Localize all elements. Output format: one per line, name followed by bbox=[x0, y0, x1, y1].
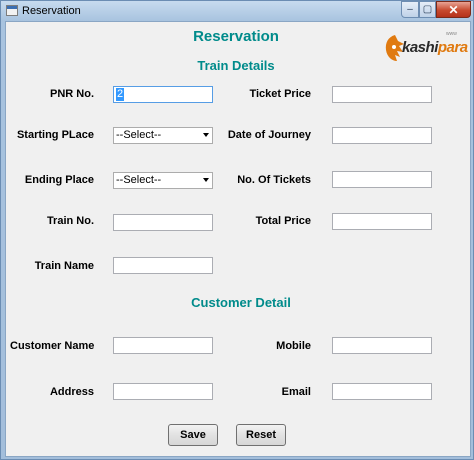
total-price-input[interactable] bbox=[332, 213, 432, 230]
total-price-label: Total Price bbox=[255, 215, 311, 227]
starting-place-label: Starting PLace bbox=[16, 129, 94, 141]
address-input[interactable] bbox=[113, 383, 213, 400]
ticket-price-input[interactable] bbox=[332, 86, 432, 103]
save-button[interactable]: Save bbox=[168, 424, 218, 446]
train-name-label: Train Name bbox=[34, 260, 94, 272]
minimize-icon: ‒ bbox=[407, 4, 413, 15]
no-of-tickets-input[interactable] bbox=[332, 171, 432, 188]
ending-place-select[interactable]: --Select-- bbox=[113, 172, 213, 189]
address-label: Address bbox=[49, 386, 94, 398]
email-label: Email bbox=[281, 386, 311, 398]
title-bar[interactable]: Reservation ‒ ▢ ✕ bbox=[1, 1, 474, 21]
no-of-tickets-label: No. Of Tickets bbox=[237, 174, 311, 186]
maximize-button[interactable]: ▢ bbox=[419, 1, 436, 18]
starting-place-select[interactable]: --Select-- bbox=[113, 127, 213, 144]
date-of-journey-input[interactable] bbox=[332, 127, 432, 144]
maximize-icon: ▢ bbox=[422, 4, 433, 15]
window-frame: Reservation ‒ ▢ ✕ Reservation Train Deta… bbox=[0, 0, 474, 460]
customer-detail-heading: Customer Detail bbox=[191, 295, 291, 310]
ticket-price-label: Ticket Price bbox=[249, 88, 311, 100]
train-no-label: Train No. bbox=[46, 215, 94, 227]
logo-small-text: www bbox=[446, 31, 457, 37]
logo-prefix: kashi bbox=[402, 39, 438, 56]
close-icon: ✕ bbox=[448, 2, 459, 17]
reset-button[interactable]: Reset bbox=[236, 424, 286, 446]
close-button[interactable]: ✕ bbox=[436, 1, 471, 18]
app-window-icon bbox=[6, 5, 18, 16]
window-title: Reservation bbox=[22, 5, 81, 17]
date-of-journey-label: Date of Journey bbox=[227, 129, 311, 141]
minimize-button[interactable]: ‒ bbox=[401, 1, 419, 18]
form-heading: Reservation bbox=[193, 28, 279, 45]
train-name-input[interactable] bbox=[113, 257, 213, 274]
logo-suffix: para bbox=[437, 39, 468, 56]
kashipara-logo: kashipara www bbox=[384, 30, 468, 66]
logo-wordmark: kashipara bbox=[402, 39, 468, 56]
train-no-input[interactable] bbox=[113, 214, 213, 231]
chevron-down-icon bbox=[203, 133, 209, 137]
mobile-input[interactable] bbox=[332, 337, 432, 354]
pnr-value: 2 bbox=[116, 88, 125, 101]
mobile-label: Mobile bbox=[276, 340, 311, 352]
pnr-label: PNR No. bbox=[50, 88, 94, 100]
form-client-area: Reservation Train Details kashipara www … bbox=[5, 21, 471, 457]
pnr-input[interactable]: 2 bbox=[113, 86, 213, 103]
ending-place-label: Ending Place bbox=[24, 174, 94, 186]
train-details-heading: Train Details bbox=[197, 58, 275, 73]
customer-name-label: Customer Name bbox=[10, 340, 95, 352]
customer-name-input[interactable] bbox=[113, 337, 213, 354]
email-input[interactable] bbox=[332, 383, 432, 400]
ending-place-value: --Select-- bbox=[116, 174, 162, 186]
starting-place-value: --Select-- bbox=[116, 129, 162, 141]
chevron-down-icon bbox=[203, 178, 209, 182]
